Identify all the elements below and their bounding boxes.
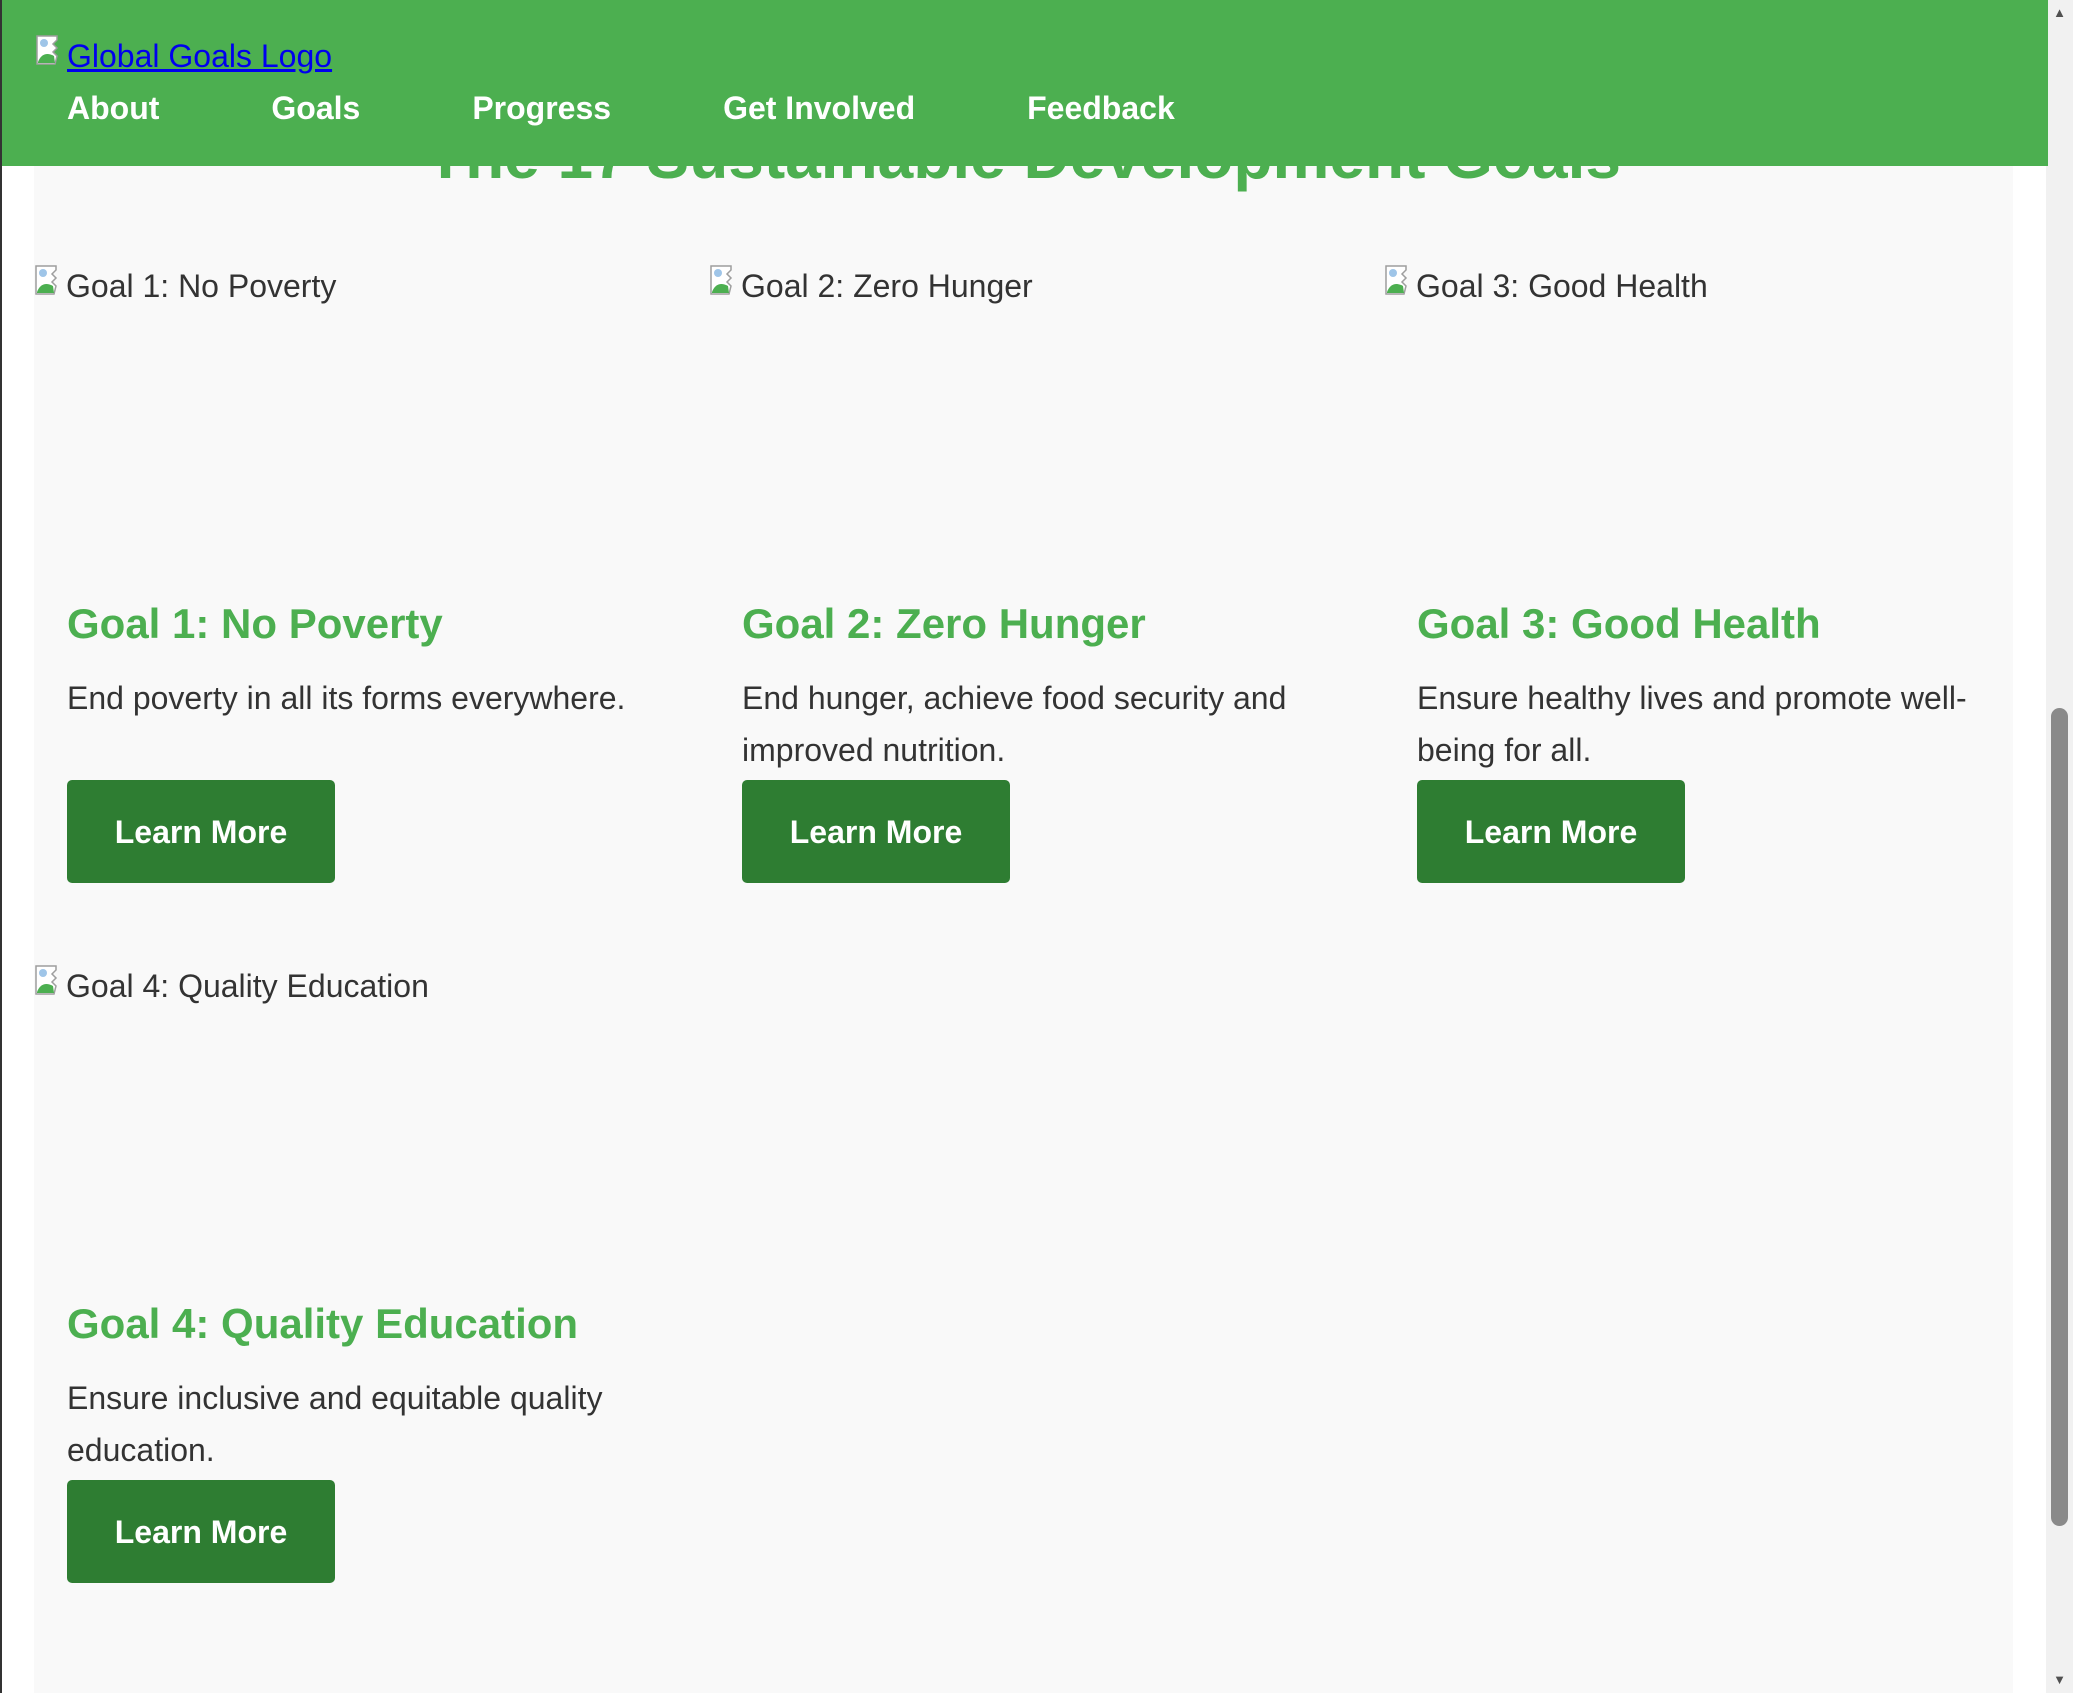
goal-description: Ensure inclusive and equitable quality e…	[67, 1380, 603, 1468]
learn-more-button[interactable]: Learn More	[67, 780, 335, 883]
learn-more-button[interactable]: Learn More	[1417, 780, 1685, 883]
vertical-scrollbar[interactable]: ▲ ▼	[2046, 0, 2073, 1693]
broken-image-icon	[35, 965, 58, 995]
scroll-up-arrow-icon[interactable]: ▲	[2046, 2, 2073, 24]
goal-image-alt-text: Goal 1: No Poverty	[66, 268, 337, 304]
goal-description: Ensure healthy lives and promote well-be…	[1417, 680, 1967, 768]
goal-description: End hunger, achieve food security and im…	[742, 680, 1287, 768]
goal-image-alt-text: Goal 2: Zero Hunger	[741, 268, 1033, 304]
goal-image: Goal 3: Good Health	[1384, 264, 1708, 308]
learn-more-button[interactable]: Learn More	[67, 1480, 335, 1583]
goal-title: Goal 2: Zero Hunger	[742, 600, 1146, 647]
nav-item-progress[interactable]: Progress	[472, 86, 611, 130]
learn-more-button[interactable]: Learn More	[742, 780, 1010, 883]
site-header: Global Goals Logo About Goals Progress G…	[2, 0, 2048, 166]
goal-title: Goal 4: Quality Education	[67, 1300, 579, 1347]
page: The 17 Sustainable Development Goals Goa…	[0, 0, 2048, 1693]
goal-image: Goal 1: No Poverty	[34, 264, 336, 308]
goal-image: Goal 2: Zero Hunger	[709, 264, 1033, 308]
broken-image-icon	[710, 265, 733, 295]
logo-link[interactable]: Global Goals Logo	[35, 34, 332, 78]
nav-item-get-involved[interactable]: Get Involved	[723, 86, 915, 130]
goal-image-alt-text: Goal 4: Quality Education	[66, 968, 429, 1004]
nav-item-feedback[interactable]: Feedback	[1027, 86, 1175, 130]
broken-image-icon	[36, 35, 59, 65]
broken-image-icon	[35, 265, 58, 295]
nav-item-goals[interactable]: Goals	[271, 86, 360, 130]
scrollbar-thumb[interactable]	[2051, 708, 2068, 1526]
goal-image: Goal 4: Quality Education	[34, 964, 429, 1008]
scroll-down-arrow-icon[interactable]: ▼	[2046, 1669, 2073, 1691]
goal-description: End poverty in all its forms everywhere.	[67, 680, 626, 716]
logo-alt-text: Global Goals Logo	[67, 38, 333, 74]
goal-title: Goal 3: Good Health	[1417, 600, 1821, 647]
main-content: The 17 Sustainable Development Goals Goa…	[34, 0, 2013, 1693]
goal-title: Goal 1: No Poverty	[67, 600, 443, 647]
broken-image-icon	[1385, 265, 1408, 295]
goal-image-alt-text: Goal 3: Good Health	[1416, 268, 1708, 304]
main-nav: About Goals Progress Get Involved Feedba…	[67, 86, 1175, 130]
nav-item-about[interactable]: About	[67, 86, 159, 130]
